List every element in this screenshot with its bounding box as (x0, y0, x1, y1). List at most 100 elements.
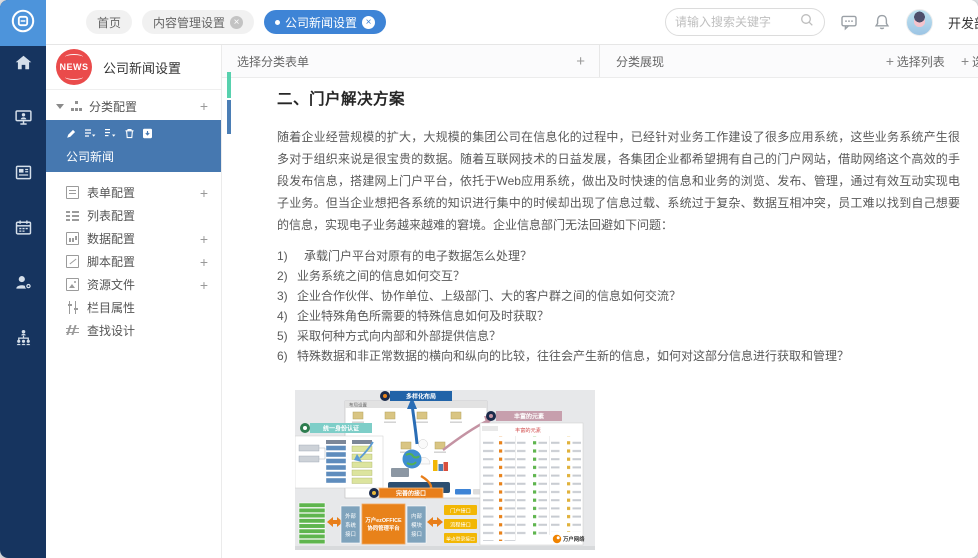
svg-text:门户接口: 门户接口 (450, 506, 471, 514)
add-icon[interactable]: + (200, 99, 208, 113)
diagram-banner-layout: 多样化布局 (406, 392, 436, 400)
doc-list-item: 4) 企业特殊角色所需要的特殊信息如何及时获取？ (277, 306, 960, 326)
panel-action-button[interactable]: + 选择列表 (886, 53, 945, 70)
search-input[interactable] (675, 15, 799, 29)
news-logo: NEWS (56, 49, 92, 85)
tree-item[interactable]: 表单配置 + (46, 181, 221, 204)
add-child-icon[interactable] (104, 126, 117, 144)
nav-tab[interactable]: 公司新闻设置 (264, 10, 386, 34)
tree-node-category-config[interactable]: 分类配置 + (46, 92, 221, 120)
home-icon[interactable] (0, 50, 46, 74)
tab-label: 公司新闻设置 (285, 14, 357, 31)
list-number: 1) (277, 246, 297, 266)
list-text: 采取何种方式向内部和外部提供信息？ (297, 326, 501, 346)
doc-list-item: 3) 企业合作伙伴、协作单位、上级部门、大的客户群之间的信息如何交流？ (277, 286, 960, 306)
delete-icon[interactable] (124, 126, 135, 144)
module-title: 公司新闻设置 (103, 58, 181, 77)
add-icon[interactable]: + (576, 53, 585, 70)
list-text: 企业特殊角色所需要的特殊信息如何及时获取？ (297, 306, 549, 326)
chevron-down-icon[interactable] (56, 104, 64, 109)
tree-node-label: 分类配置 (89, 98, 137, 115)
notification-bell-icon[interactable] (873, 13, 891, 31)
tree-item-icon (66, 232, 79, 245)
add-icon[interactable]: + (200, 232, 208, 246)
panel-action-button[interactable]: + 选择 (961, 53, 978, 70)
tab-strip: 首页 内容管理设置 公司新闻设置 (86, 10, 386, 34)
app-logo-icon (10, 8, 36, 39)
tree-item[interactable]: 栏目属性 (46, 296, 221, 319)
save-icon[interactable] (142, 126, 153, 144)
svg-text:模块: 模块 (411, 521, 422, 529)
diagram-window-title: 布局设置 (349, 401, 367, 408)
document-preview: 二、门户解决方案 随着企业经营规模的扩大，大规模的集团公司在信息化的过程中，已经… (222, 78, 978, 558)
user-settings-icon[interactable] (0, 270, 46, 294)
plus-icon: + (961, 53, 969, 69)
nav-tab[interactable]: 内容管理设置 (142, 10, 254, 34)
tree-item[interactable]: 资源文件 + (46, 273, 221, 296)
tree-item-label: 数据配置 (87, 230, 135, 247)
tree-item[interactable]: 列表配置 (46, 204, 221, 227)
list-number: 4) (277, 306, 297, 326)
list-number: 5) (277, 326, 297, 346)
search-icon[interactable] (799, 12, 815, 33)
tree-item-label: 表单配置 (87, 184, 135, 201)
tree-items: 表单配置 + 列表配置 数据配置 + 脚本配置 + 资源文件 + 栏目属性 (46, 172, 221, 342)
tree-item[interactable]: 脚本配置 + (46, 250, 221, 273)
org-structure-icon[interactable] (0, 325, 46, 349)
tab-close-icon[interactable] (230, 16, 243, 29)
list-number: 6) (277, 346, 297, 366)
search-box (665, 8, 825, 36)
content-news-icon[interactable] (0, 160, 46, 184)
doc-list-item: 5) 采取何种方式向内部和外部提供信息？ (277, 326, 960, 346)
portal-solution-diagram: 布局设置 (295, 390, 595, 550)
panel-action-label: 选择 (972, 53, 978, 70)
module-sidebar: NEWS 公司新闻设置 分类配置 + 公司新闻 表单配置 + (46, 45, 222, 558)
tree-item[interactable]: 查找设计 (46, 319, 221, 342)
svg-text:单点登录接口: 单点登录接口 (446, 535, 475, 542)
video-terminal-icon[interactable] (0, 105, 46, 129)
tree-item-label: 脚本配置 (87, 253, 135, 270)
tree-item-label: 资源文件 (87, 276, 135, 293)
scroll-indicator-teal[interactable] (227, 72, 231, 98)
tree-node-selected[interactable]: 公司新闻 (46, 120, 221, 172)
app-logo[interactable] (0, 0, 46, 46)
svg-text:外部: 外部 (345, 512, 356, 520)
diagram-banner-interface: 完善的接口 (395, 489, 426, 497)
app-window: 首页 内容管理设置 公司新闻设置 (0, 0, 978, 558)
diagram-banner-identity: 统一身份认证 (323, 424, 359, 432)
tab-label: 内容管理设置 (153, 14, 225, 31)
doc-list-item: 6) 特殊数据和非正常数据的横向和纵向的比较，往往会产生新的信息，如何对这部分信… (277, 346, 960, 366)
tree-item-label: 栏目属性 (87, 299, 135, 316)
add-icon[interactable]: + (200, 186, 208, 200)
username[interactable]: 开发部长 (948, 13, 978, 32)
add-icon[interactable]: + (200, 255, 208, 269)
diagram-list-title: 丰富的元素 (515, 426, 541, 434)
svg-text:协同管理平台: 协同管理平台 (367, 524, 400, 532)
edit-icon[interactable] (66, 126, 77, 144)
panel-action-label: 选择列表 (897, 53, 945, 70)
avatar[interactable] (906, 9, 933, 36)
calendar-icon[interactable] (0, 215, 46, 239)
svg-text:接口: 接口 (345, 530, 356, 538)
list-text: 企业合作伙伴、协作单位、上级部门、大的客户群之间的信息如何交流？ (297, 286, 681, 306)
list-number: 2) (277, 266, 297, 286)
scroll-indicator-blue[interactable] (227, 100, 231, 134)
svg-text:流程接口: 流程接口 (450, 520, 471, 528)
tree-item-icon (66, 278, 79, 291)
tree-item-icon (66, 324, 79, 337)
nav-tab[interactable]: 首页 (86, 10, 132, 34)
add-icon[interactable]: + (200, 278, 208, 292)
tab-close-icon[interactable] (362, 16, 375, 29)
tree-item-label: 查找设计 (87, 322, 135, 339)
svg-text:系统: 系统 (345, 521, 356, 529)
message-icon[interactable] (840, 13, 858, 31)
sitemap-icon (70, 100, 83, 113)
list-number: 3) (277, 286, 297, 306)
svg-text:万户ezOFFICE: 万户ezOFFICE (364, 516, 402, 524)
svg-text:内部: 内部 (411, 512, 422, 520)
plus-icon: + (886, 53, 894, 69)
svg-text:接口: 接口 (411, 530, 422, 538)
tree-item[interactable]: 数据配置 + (46, 227, 221, 250)
add-sibling-icon[interactable] (84, 126, 97, 144)
doc-list-item: 1) 承载门户平台对原有的电子数据怎么处理？ (277, 246, 960, 266)
